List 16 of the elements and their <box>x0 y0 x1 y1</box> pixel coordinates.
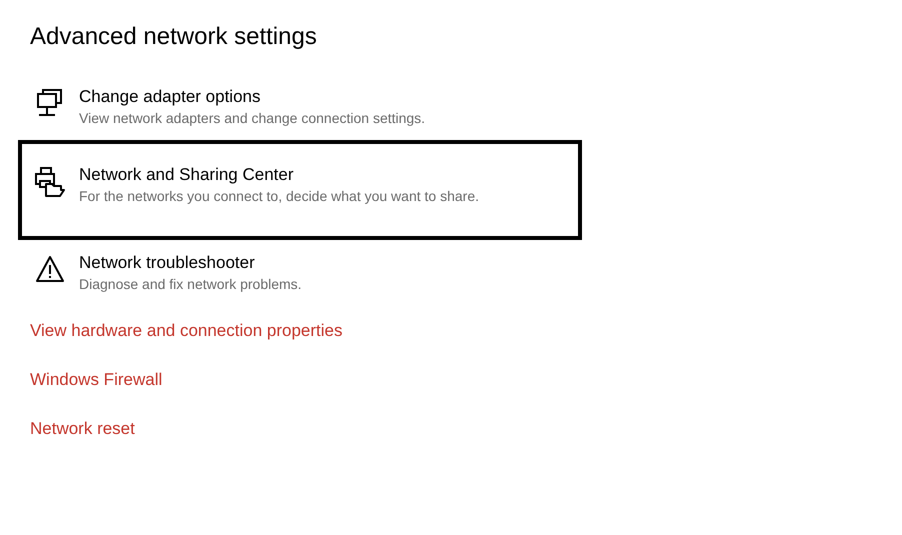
printer-folder-icon <box>35 167 65 197</box>
item-description: Diagnose and fix network problems. <box>79 275 302 294</box>
warning-icon <box>35 255 65 283</box>
settings-link[interactable]: Network troubleshooter Diagnose and fix network problems. <box>18 246 582 300</box>
item-title: Change adapter options <box>79 86 262 108</box>
monitor-network-icon <box>36 89 64 119</box>
settings-link[interactable]: Windows Firewall <box>30 369 162 391</box>
page-title: Advanced network settings <box>30 22 317 52</box>
item-description: View network adapters and change connection settings. <box>79 109 426 128</box>
settings-link[interactable]: Network reset <box>30 418 135 440</box>
settings-link[interactable]: Change adapter options View network adapters and change connection settings. <box>18 80 582 134</box>
settings-link[interactable]: View hardware and connection properties <box>30 320 342 342</box>
item-title: Network troubleshooter <box>79 252 256 274</box>
item-description: For the networks you connect to, decide what you want to share. <box>79 187 479 206</box>
settings-link[interactable]: Network and Sharing Center For the networks you connect to, decide what you want to share. <box>18 140 582 240</box>
item-title: Network and Sharing Center <box>79 164 295 186</box>
